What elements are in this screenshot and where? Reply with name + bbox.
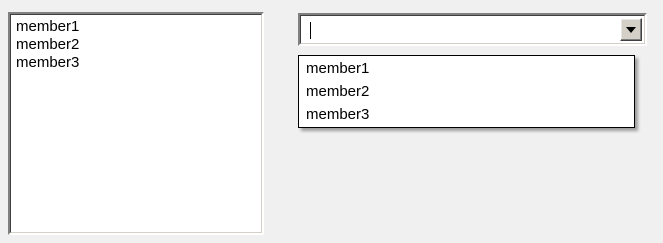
list-item[interactable]: member2: [14, 36, 258, 54]
chevron-down-icon: [626, 27, 636, 33]
listbox-items: member1 member2 member3: [14, 18, 258, 229]
list-item[interactable]: member3: [14, 54, 258, 72]
text-caret: [310, 22, 311, 39]
dropdown-items: member1 member2 member3: [299, 57, 634, 126]
member-combobox[interactable]: [298, 13, 647, 46]
combobox-dropdown-button[interactable]: [620, 18, 642, 41]
dropdown-option[interactable]: member3: [299, 103, 634, 126]
dropdown-option[interactable]: member2: [299, 80, 634, 103]
combobox-dropdown-list: member1 member2 member3: [298, 55, 635, 128]
dialog-surface: member1 member2 member3 member1 member2 …: [0, 0, 663, 243]
dropdown-option[interactable]: member1: [299, 57, 634, 80]
list-item[interactable]: member1: [14, 18, 258, 36]
member-listbox[interactable]: member1 member2 member3: [8, 12, 264, 235]
combobox-input[interactable]: [304, 19, 617, 40]
